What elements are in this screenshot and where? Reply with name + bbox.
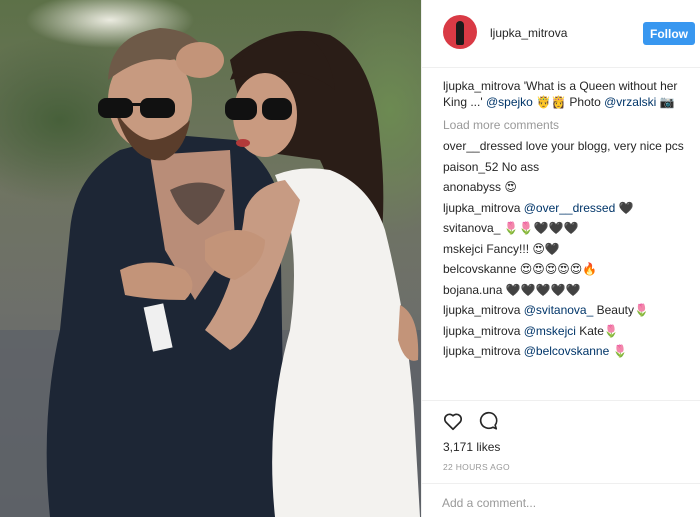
- post-photo[interactable]: [0, 0, 421, 517]
- list-item: belcovskanne 😍😍😍😍😍🔥: [443, 262, 693, 277]
- comment-text: No ass: [498, 159, 540, 174]
- comment-username[interactable]: ljupka_mitrova: [443, 344, 520, 358]
- comment-username[interactable]: ljupka_mitrova: [443, 324, 520, 338]
- comment-text: love your blogg, very nice pcs: [522, 139, 684, 153]
- post-header: ljupka_mitrova Follow: [422, 0, 700, 68]
- caption-text-2: 🤴👸 Photo: [532, 94, 605, 109]
- comment-username[interactable]: anonabyss: [443, 180, 501, 194]
- comment-text: Fancy!!! 😍🖤: [483, 241, 560, 256]
- comment-mention[interactable]: @over__dressed: [524, 201, 616, 215]
- comment-text: 🖤🖤🖤🖤🖤: [502, 282, 581, 297]
- comment-username[interactable]: ljupka_mitrova: [443, 303, 520, 317]
- comment-username[interactable]: svitanova_: [443, 221, 500, 235]
- list-item: ljupka_mitrova @svitanova_ Beauty🌷: [443, 303, 693, 318]
- comment-username[interactable]: bojana.una: [443, 283, 502, 297]
- comment-username[interactable]: ljupka_mitrova: [443, 201, 520, 215]
- avatar-figure: [456, 21, 464, 45]
- heart-outline-icon[interactable]: [442, 410, 464, 432]
- list-item: mskejci Fancy!!! 😍🖤: [443, 242, 693, 257]
- comment-text: 🖤: [615, 200, 634, 215]
- comments-list: ljupka_mitrova 'What is a Queen without …: [443, 79, 693, 365]
- caption-mention-vrzalski[interactable]: @vrzalski: [604, 95, 656, 109]
- comment-text: 😍😍😍😍😍🔥: [516, 262, 598, 276]
- follow-button[interactable]: Follow: [643, 22, 695, 45]
- comment-username[interactable]: over__dressed: [443, 139, 522, 153]
- post-photo-illustration: [0, 28, 421, 517]
- caption-text-3: 📷: [656, 94, 675, 109]
- load-more-comments-link[interactable]: Load more comments: [443, 118, 693, 133]
- caption: ljupka_mitrova 'What is a Queen without …: [443, 79, 693, 110]
- comment-username[interactable]: mskejci: [443, 242, 483, 256]
- list-item: paison_52 No ass: [443, 160, 693, 175]
- list-item: over__dressed love your blogg, very nice…: [443, 139, 693, 154]
- post-side-panel: ljupka_mitrova Follow ljupka_mitrova 'Wh…: [421, 0, 700, 517]
- list-item: bojana.una 🖤🖤🖤🖤🖤: [443, 283, 693, 298]
- list-item: ljupka_mitrova @belcovskanne 🌷: [443, 344, 693, 359]
- comment-mention[interactable]: @svitanova_: [524, 303, 594, 317]
- comment-text: 🌷: [609, 344, 628, 358]
- list-item: svitanova_ 🌷🌷🖤🖤🖤: [443, 221, 693, 236]
- list-item: anonabyss 😍: [443, 180, 693, 195]
- comment-mention[interactable]: @belcovskanne: [524, 344, 610, 358]
- avatar[interactable]: [443, 15, 477, 49]
- speech-bubble-icon[interactable]: [477, 410, 499, 432]
- comment-text: 🌷🌷🖤🖤🖤: [500, 221, 579, 235]
- post-actions: 3,171 likes 22 HOURS AGO: [422, 400, 700, 517]
- comment-input[interactable]: [442, 494, 672, 511]
- list-item: ljupka_mitrova @over__dressed 🖤: [443, 201, 693, 216]
- post-timestamp[interactable]: 22 HOURS AGO: [443, 462, 510, 472]
- comment-username[interactable]: paison_52: [443, 160, 498, 174]
- comment-text: 😍: [501, 180, 517, 194]
- caption-username[interactable]: ljupka_mitrova: [443, 79, 520, 93]
- comment-text: Kate🌷: [575, 323, 619, 338]
- add-comment-bar: [422, 483, 700, 518]
- comment-mention[interactable]: @mskejci: [524, 324, 576, 338]
- list-item: ljupka_mitrova @mskejci Kate🌷: [443, 324, 693, 339]
- caption-mention-spejko[interactable]: @spejko: [486, 95, 533, 109]
- comment-username[interactable]: belcovskanne: [443, 262, 516, 276]
- comment-text: Beauty🌷: [593, 303, 649, 317]
- likes-count[interactable]: 3,171 likes: [443, 440, 500, 454]
- author-username[interactable]: ljupka_mitrova: [490, 26, 567, 40]
